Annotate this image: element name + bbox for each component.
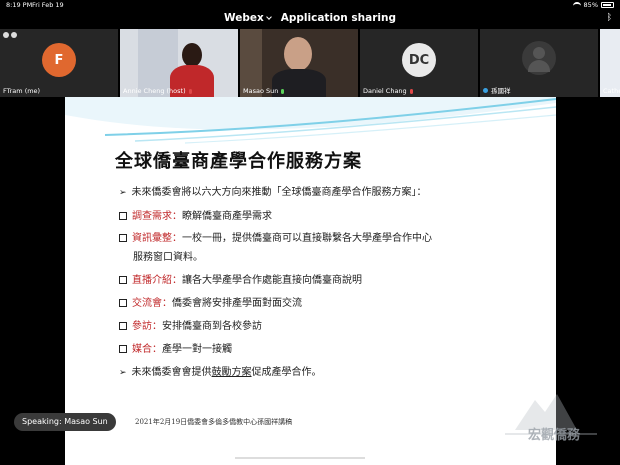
- participant-name: 孫國祥: [483, 85, 511, 95]
- participant-name: FTram (me): [3, 87, 41, 95]
- chevron-down-icon[interactable]: [265, 14, 272, 20]
- slide-item: 媒合：產學一對一接觸: [119, 340, 232, 355]
- slide-intro: ➢ 未來僑委會將以六大方向來推動「全球僑臺商產學合作服務方案」：: [119, 187, 427, 198]
- participant-name: Annie Cheng (host): [123, 87, 192, 95]
- participant-tile-cathe[interactable]: Cathe: [600, 29, 620, 97]
- participant-name: Cathe: [603, 87, 620, 95]
- app-name[interactable]: Webex: [224, 12, 264, 24]
- wifi-icon: [572, 2, 581, 8]
- status-date: Fri Feb 19: [32, 1, 64, 9]
- speaking-indicator: Speaking: Masao Sun: [14, 413, 116, 431]
- slide-divider: [235, 457, 365, 459]
- checkbox-bullet-icon: [119, 234, 127, 242]
- close-icon[interactable]: [3, 32, 9, 38]
- checkbox-bullet-icon: [119, 276, 127, 284]
- phone-icon: [483, 87, 488, 93]
- status-bar: 8:19 PM Fri Feb 19 85%: [0, 0, 620, 10]
- participant-tile-daniel-chang[interactable]: DC Daniel Chang: [360, 29, 478, 97]
- participant-tile-sun[interactable]: 孫國祥: [480, 29, 598, 97]
- slide-title: 全球僑臺商產學合作服務方案: [115, 151, 362, 172]
- participant-tile-ftram[interactable]: F FTram (me): [0, 29, 118, 97]
- participant-tile-masao-sun[interactable]: Masao Sun: [240, 29, 358, 97]
- battery-icon: [601, 2, 614, 8]
- slide-item: 參訪：安排僑臺商到各校參訪: [119, 317, 262, 332]
- checkbox-bullet-icon: [119, 212, 127, 220]
- arrow-bullet-icon: ➢: [119, 368, 127, 378]
- participant-name: Masao Sun: [243, 87, 285, 95]
- slide-footer: 2021年2月19日僑委會多倫多僑教中心孫國祥講稿: [135, 418, 293, 426]
- video-person-head: [182, 43, 202, 67]
- slide-item-continued: 服務窗口資料。: [133, 252, 203, 263]
- mic-muted-icon: [409, 88, 413, 94]
- watermark-text: 宏觀僑務: [528, 428, 581, 443]
- bluetooth-icon: ᛒ: [606, 13, 612, 23]
- slide-item: 調查需求：瞭解僑臺商產學需求: [119, 207, 272, 222]
- slide-closing: ➢ 未來僑委會會提供鼓勵方案促成產學合作。: [119, 367, 322, 378]
- status-time: 8:19 PM: [6, 1, 33, 9]
- video-person-head: [284, 37, 312, 71]
- shared-slide: 全球僑臺商產學合作服務方案 ➢ 未來僑委會將以六大方向來推動「全球僑臺商產學合作服…: [65, 97, 556, 465]
- title: Webex Application sharing: [0, 12, 620, 24]
- participant-tile-annie-cheng[interactable]: Annie Cheng (host): [120, 29, 238, 97]
- title-bar: Webex Application sharing ᛒ: [0, 10, 620, 28]
- arrow-bullet-icon: ➢: [119, 188, 127, 198]
- sharing-label: Application sharing: [280, 12, 396, 24]
- slide-item: 交流會：僑委會將安排產學面對面交流: [119, 294, 302, 309]
- checkbox-bullet-icon: [119, 322, 127, 330]
- participant-strip: F FTram (me) Annie Cheng (host) Masao Su…: [0, 29, 620, 97]
- checkbox-bullet-icon: [119, 345, 127, 353]
- slide-item: 直播介紹：讓各大學產學合作處能直接向僑臺商說明: [119, 271, 362, 286]
- battery-percent: 85%: [583, 1, 598, 9]
- expand-icon[interactable]: [11, 32, 17, 38]
- mic-active-icon: [281, 88, 285, 94]
- participant-name: Daniel Chang: [363, 87, 413, 95]
- slide-item: 資訊彙整：一校一冊，提供僑臺商可以直接聯繫各大學產學合作中心: [119, 229, 432, 244]
- checkbox-bullet-icon: [119, 299, 127, 307]
- status-right: 85%: [572, 1, 614, 9]
- mic-muted-icon: [188, 88, 192, 94]
- tile-controls: [3, 32, 17, 38]
- user-placeholder-icon: [522, 41, 556, 75]
- avatar: F: [42, 43, 76, 77]
- avatar: DC: [402, 43, 436, 77]
